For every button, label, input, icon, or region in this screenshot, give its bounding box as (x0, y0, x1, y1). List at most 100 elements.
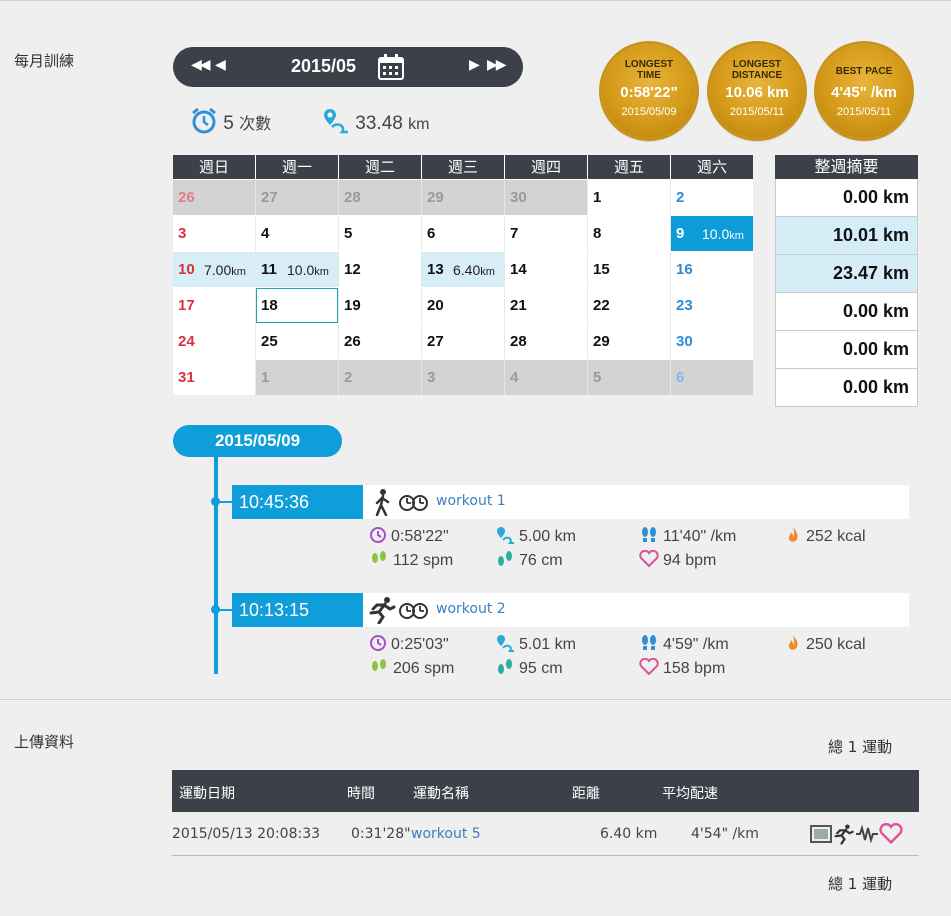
calendar-day[interactable]: 15 (588, 252, 671, 287)
stride-value: 76 cm (519, 552, 563, 569)
calendar-day[interactable]: 29 (422, 180, 505, 215)
weekday-wed: 週三 (422, 155, 505, 179)
calendar-day[interactable]: 7 (505, 216, 588, 251)
calendar-day[interactable]: 23 (671, 288, 753, 323)
calendar-day-with-workout[interactable]: 11 10.0km (256, 252, 339, 287)
route-pin-icon (324, 109, 348, 134)
day-number: 28 (510, 333, 527, 350)
calendar-day[interactable]: 12 (339, 252, 422, 287)
calendar-day[interactable]: 8 (588, 216, 671, 251)
clock-icon (370, 527, 386, 543)
calendar-day[interactable]: 6 (422, 216, 505, 251)
metric-duration: 0:25'03" (369, 634, 449, 654)
calories-value: 250 kcal (806, 636, 866, 653)
timeline-connector (218, 609, 232, 611)
calendar-day[interactable]: 28 (505, 324, 588, 359)
table-row[interactable]: 2015/05/13 20:08:33 0:31'28" workout 5 6… (172, 812, 919, 856)
weekday-mon: 週一 (256, 155, 339, 179)
day-number: 24 (178, 333, 195, 350)
row-workout-link[interactable]: workout 5 (411, 826, 481, 842)
workout-row[interactable]: 10:45:36 workout 1 (232, 485, 909, 519)
calendar-day[interactable]: 4 (256, 216, 339, 251)
calendar-day[interactable]: 26 (173, 180, 256, 215)
timeline-connector (218, 501, 232, 503)
calendar-day[interactable]: 22 (588, 288, 671, 323)
calendar-day[interactable]: 28 (339, 180, 422, 215)
day-number: 17 (178, 297, 195, 314)
calendar-day[interactable]: 20 (422, 288, 505, 323)
calendar-day[interactable]: 18 (256, 288, 339, 323)
calendar-day[interactable]: 5 (588, 360, 671, 395)
metric-heart-rate: 94 bpm (639, 549, 716, 570)
medal-date: 2015/05/11 (836, 106, 892, 118)
weekday-sat: 週六 (696, 158, 727, 176)
calendar-day[interactable]: 30 (505, 180, 588, 215)
calendar-day-with-workout[interactable]: 10 7.00km (173, 252, 256, 287)
running-icon[interactable] (832, 823, 854, 845)
calendar-day[interactable]: 2 (339, 360, 422, 395)
calendar-day[interactable]: 6 (671, 360, 753, 395)
calendar-day[interactable]: 16 (671, 252, 753, 287)
weekly-total: 0.00 km (775, 293, 918, 331)
day-number: 23 (676, 297, 693, 314)
day-number: 2 (344, 369, 353, 386)
day-number: 27 (261, 189, 278, 206)
calendar-week-row: 3 4 5 6 7 8 9 10.0km (173, 215, 753, 251)
cadence-value: 206 spm (393, 660, 455, 677)
calendar-day[interactable]: 26 (339, 324, 422, 359)
calendar-icon[interactable] (377, 53, 405, 81)
calendar-week-row: 26 27 28 29 30 1 2 (173, 179, 753, 215)
alarm-clock-icon (192, 107, 216, 134)
workout-name-link[interactable]: workout 1 (436, 493, 506, 509)
calendar-day[interactable]: 4 (505, 360, 588, 395)
calendar-day[interactable]: 25 (256, 324, 339, 359)
calendar-day[interactable]: 19 (339, 288, 422, 323)
calendar-day[interactable]: 2 (671, 180, 753, 215)
calendar-day[interactable]: 14 (505, 252, 588, 287)
day-distance-value: 10.0 (702, 226, 730, 242)
uploads-table-header: 運動日期 時間 運動名稱 距離 平均配速 (172, 770, 919, 812)
day-number: 9 (676, 225, 685, 242)
calendar-day[interactable]: 27 (422, 324, 505, 359)
calendar-day[interactable]: 29 (588, 324, 671, 359)
longest-distance-medal: LONGEST DISTANCE 10.06 km 2015/05/11 (710, 44, 804, 138)
calendar-day[interactable]: 5 (339, 216, 422, 251)
prev-month-button[interactable]: ◀ (215, 57, 226, 73)
day-number: 18 (261, 297, 278, 314)
prev-year-button[interactable]: ◀◀ (191, 57, 210, 73)
pulse-icon[interactable] (855, 825, 879, 843)
calendar-day-with-workout[interactable]: 13 6.40km (422, 252, 505, 287)
workout-row[interactable]: 10:13:15 workout 2 (232, 593, 909, 627)
heart-icon[interactable] (879, 823, 903, 845)
workout-name-link[interactable]: workout 2 (436, 601, 506, 617)
calendar-day-with-workout[interactable]: 9 10.0km (671, 216, 753, 251)
day-distance-value: 6.40 (453, 262, 481, 278)
calendar-day[interactable]: 1 (256, 360, 339, 395)
calendar-day[interactable]: 1 (588, 180, 671, 215)
calendar-day[interactable]: 21 (505, 288, 588, 323)
calendar-day[interactable]: 24 (173, 324, 256, 359)
calendar-day[interactable]: 3 (422, 360, 505, 395)
calendar-day[interactable]: 17 (173, 288, 256, 323)
month-calendar: 週日 週一 週二 週三 週四 週五 週六 26 27 28 29 30 1 2 3 4 5 6 7 8 9… (173, 155, 753, 395)
film-icon[interactable] (810, 823, 832, 845)
distance-value: 5.00 km (519, 528, 576, 545)
weekday-fri: 週五 (588, 155, 671, 179)
metric-cadence: 206 spm (369, 658, 454, 678)
month-title: 2015/05 (291, 56, 357, 76)
best-pace-medal: BEST PACE 4'45" /km 2015/05/11 (817, 44, 911, 138)
calendar-day[interactable]: 30 (671, 324, 753, 359)
section-title-monthly: 每月訓練 (14, 52, 75, 70)
stride-icon (498, 551, 512, 566)
uploads-total-bottom: 總 1 運動 (828, 875, 893, 893)
metric-pace: 11'40" /km (639, 526, 736, 546)
calendar-day[interactable]: 27 (256, 180, 339, 215)
calendar-day[interactable]: 31 (173, 360, 256, 395)
calendar-grid: 26 27 28 29 30 1 2 3 4 5 6 7 8 9 10.0km 10 7.00km 11 10.0k… (173, 179, 753, 395)
calendar-day[interactable]: 3 (173, 216, 256, 251)
longest-time-medal: LONGEST TIME 0:58'22" 2015/05/09 (602, 44, 696, 138)
row-date: 2015/05/13 20:08:33 (172, 826, 321, 842)
next-year-button[interactable]: ▶▶ (487, 57, 506, 73)
next-month-button[interactable]: ▶ (469, 57, 480, 73)
workout-time: 10:45:36 (232, 485, 363, 519)
